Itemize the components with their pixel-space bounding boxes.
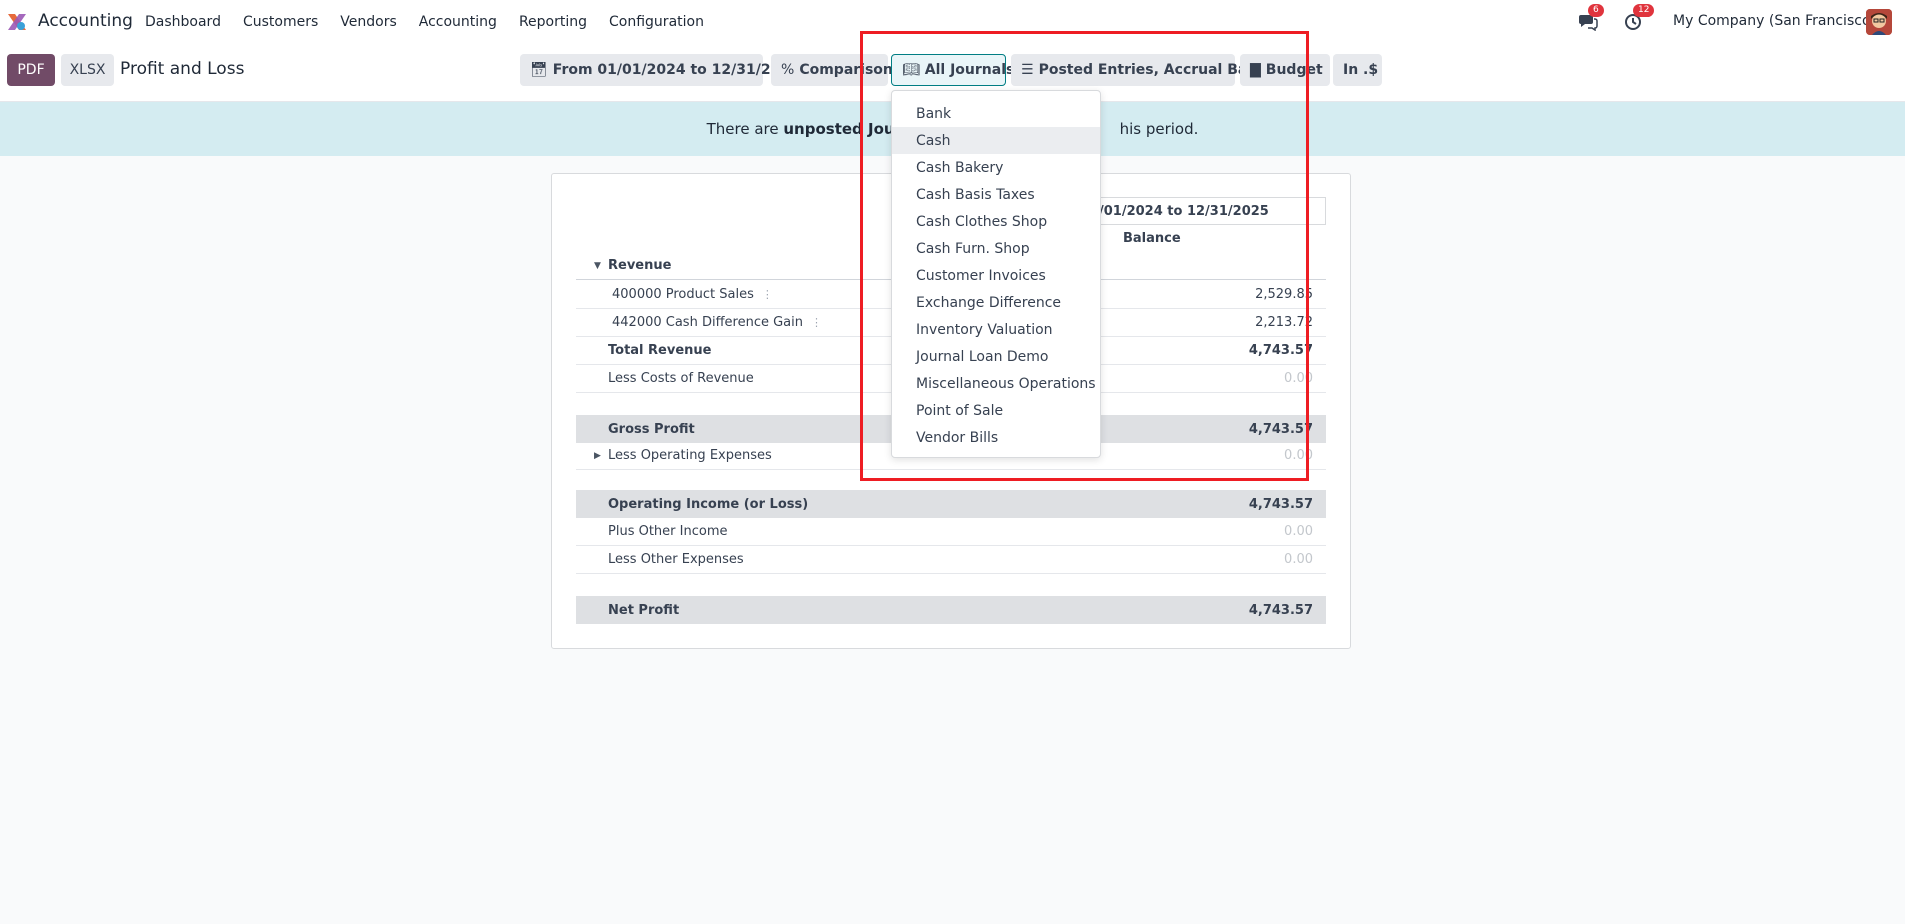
journal-option-exchange-difference[interactable]: Exchange Difference <box>892 289 1100 316</box>
journal-option-cash-bakery[interactable]: Cash Bakery <box>892 154 1100 181</box>
row-label: Revenue <box>608 258 672 273</box>
date-column-header: /01/2024 to 12/31/2025 <box>1088 197 1326 225</box>
report-row-operating-income: Operating Income (or Loss) 4,743.57 <box>576 490 1326 518</box>
company-switcher[interactable]: My Company (San Francisco) <box>1673 13 1876 29</box>
row-value: 0.00 <box>1284 552 1313 567</box>
journal-option-bank[interactable]: Bank <box>892 100 1100 127</box>
row-value: 0.00 <box>1284 448 1313 463</box>
percent-icon: % <box>781 62 795 78</box>
comparison-filter-label: Comparison <box>799 62 893 78</box>
menu-vendors[interactable]: Vendors <box>329 14 407 30</box>
sliders-icon: ☰ <box>1021 62 1034 78</box>
messages-button[interactable]: 6 <box>1576 4 1604 34</box>
journal-option-cash-clothes-shop[interactable]: Cash Clothes Shop <box>892 208 1100 235</box>
row-label: Gross Profit <box>608 421 695 437</box>
date-filter-label: From 01/01/2024 to 12/31/2025 <box>552 62 800 78</box>
xlsx-button[interactable]: XLSX <box>61 54 114 86</box>
entries-filter-button[interactable]: ☰ Posted Entries, Accrual Basis <box>1011 54 1269 86</box>
banner-link[interactable]: unposted Jou <box>783 120 894 138</box>
report-row-other-income: Plus Other Income 0.00 <box>576 518 1326 546</box>
journals-dropdown: Bank Cash Cash Bakery Cash Basis Taxes C… <box>891 90 1101 458</box>
menu-dashboard[interactable]: Dashboard <box>134 14 232 30</box>
top-navbar: Accounting Dashboard Customers Vendors A… <box>0 0 1905 44</box>
row-label: Less Operating Expenses <box>608 448 772 463</box>
user-face-icon <box>1866 9 1892 35</box>
journals-filter-label: All Journals <box>924 62 1015 78</box>
row-label: Less Other Expenses <box>608 552 744 567</box>
menu-reporting[interactable]: Reporting <box>508 14 598 30</box>
report-row-other-expenses: Less Other Expenses 0.00 <box>576 546 1326 574</box>
book-icon: 📖︎ <box>902 62 920 78</box>
row-value: 2,213.72 <box>1255 315 1313 330</box>
row-label: 442000 Cash Difference Gain ⋮ <box>612 315 822 330</box>
kebab-menu-icon[interactable]: ⋮ <box>762 288 773 301</box>
menu-customers[interactable]: Customers <box>232 14 329 30</box>
activities-badge: 12 <box>1633 4 1655 17</box>
caret-down-icon[interactable]: ▼ <box>594 261 601 271</box>
calendar-icon: 📅︎ <box>530 62 548 78</box>
row-value: 0.00 <box>1284 524 1313 539</box>
budget-filter-label: Budget <box>1265 62 1323 78</box>
journal-option-cash[interactable]: Cash <box>892 127 1100 154</box>
app-name[interactable]: Accounting <box>38 11 133 31</box>
date-filter-button[interactable]: 📅︎ From 01/01/2024 to 12/31/2025 <box>520 54 800 86</box>
report-row-net-profit: Net Profit 4,743.57 <box>576 596 1326 624</box>
row-label: Total Revenue <box>608 343 712 358</box>
bar-chart-icon: ▇ <box>1250 62 1261 78</box>
currency-filter-label: In .$ <box>1343 62 1379 78</box>
main-menu: Dashboard Customers Vendors Accounting R… <box>134 0 715 44</box>
budget-filter-button[interactable]: ▇ Budget <box>1240 54 1330 86</box>
row-value: 0.00 <box>1284 371 1313 386</box>
row-label: 400000 Product Sales ⋮ <box>612 287 773 302</box>
row-value: 4,743.57 <box>1248 496 1313 512</box>
page-title: Profit and Loss <box>120 59 245 79</box>
row-value: 4,743.57 <box>1248 602 1313 618</box>
journal-option-inventory-valuation[interactable]: Inventory Valuation <box>892 316 1100 343</box>
caret-right-icon[interactable]: ▶ <box>594 451 601 461</box>
activities-button[interactable]: 12 <box>1621 4 1655 34</box>
pdf-button[interactable]: PDF <box>7 54 55 86</box>
row-value: 2,529.85 <box>1255 287 1313 302</box>
menu-accounting[interactable]: Accounting <box>408 14 508 30</box>
row-label: Less Costs of Revenue <box>608 371 754 386</box>
journal-option-cash-furn-shop[interactable]: Cash Furn. Shop <box>892 235 1100 262</box>
messages-badge: 6 <box>1588 4 1604 17</box>
menu-configuration[interactable]: Configuration <box>598 14 715 30</box>
banner-suffix: his period. <box>1119 120 1199 138</box>
journal-option-cash-basis-taxes[interactable]: Cash Basis Taxes <box>892 181 1100 208</box>
journal-option-vendor-bills[interactable]: Vendor Bills <box>892 424 1100 451</box>
row-label: Net Profit <box>608 602 680 618</box>
row-label: Operating Income (or Loss) <box>608 496 809 512</box>
banner-prefix: There are <box>706 120 784 138</box>
user-avatar[interactable] <box>1866 9 1892 35</box>
row-value: 4,743.57 <box>1248 421 1313 437</box>
kebab-menu-icon[interactable]: ⋮ <box>811 316 822 329</box>
journal-option-journal-loan-demo[interactable]: Journal Loan Demo <box>892 343 1100 370</box>
entries-filter-label: Posted Entries, Accrual Basis <box>1038 62 1269 78</box>
accounting-app-icon[interactable] <box>6 12 28 32</box>
comparison-filter-button[interactable]: % Comparison <box>771 54 893 86</box>
balance-column-header: Balance <box>1123 231 1181 246</box>
journal-option-point-of-sale[interactable]: Point of Sale <box>892 397 1100 424</box>
journals-filter-button[interactable]: 📖︎ All Journals <box>891 54 1014 86</box>
currency-filter-button[interactable]: In .$ <box>1333 54 1382 86</box>
row-value: 4,743.57 <box>1248 343 1313 358</box>
journal-option-customer-invoices[interactable]: Customer Invoices <box>892 262 1100 289</box>
journal-option-miscellaneous-operations[interactable]: Miscellaneous Operations <box>892 370 1100 397</box>
row-label: Plus Other Income <box>608 524 728 539</box>
